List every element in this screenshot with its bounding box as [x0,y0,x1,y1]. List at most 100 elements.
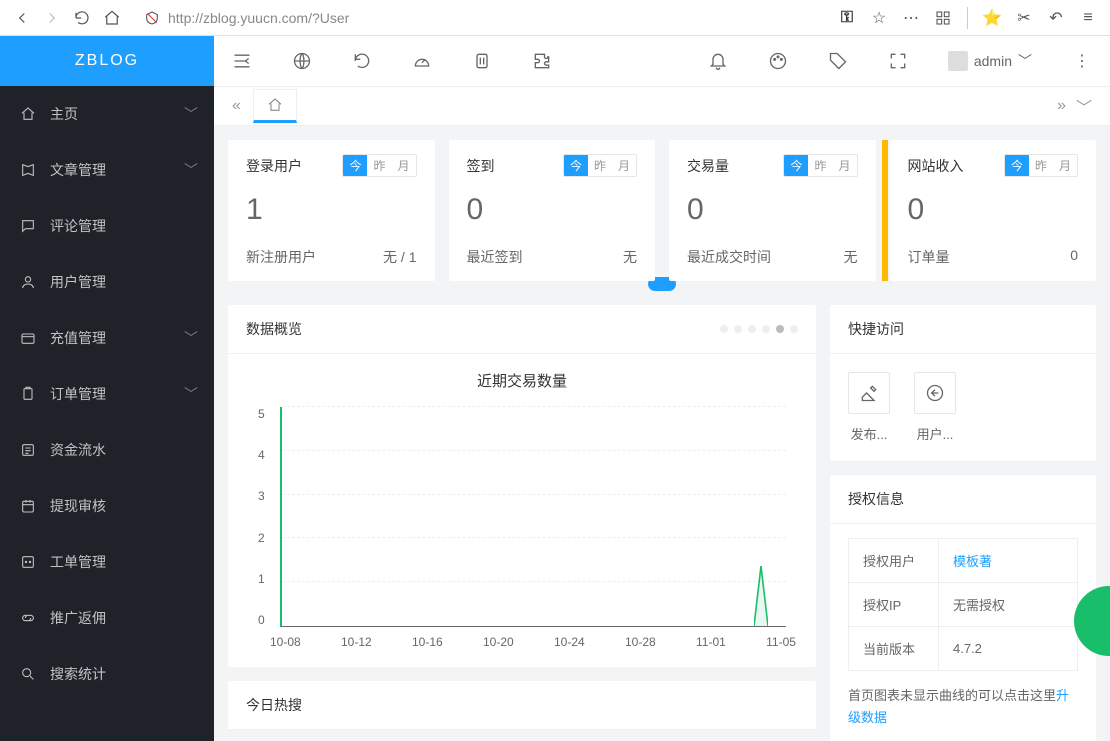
license-row: 授权IP无需授权 [849,583,1078,627]
insecure-icon [144,10,160,26]
avatar [948,51,968,71]
search-icon [20,666,40,682]
sidebar-item-4[interactable]: 充值管理 ﹀ [0,310,214,366]
back-button[interactable] [8,4,36,32]
fav-icon[interactable]: ⭐ [978,4,1006,32]
chevron-down-icon: ﹀ [184,104,198,124]
globe-icon[interactable] [292,51,312,71]
sidebar-item-1[interactable]: 文章管理﹀ [0,142,214,198]
username: admin [974,53,1012,69]
sidebar-item-10[interactable]: 搜索统计 [0,646,214,702]
tabs-prev[interactable]: « [232,97,241,115]
refresh-icon[interactable] [352,51,372,71]
stat-card-1: 签到今昨月0最近签到无 [449,140,656,281]
chevron-down-icon: ﹀ [184,328,198,348]
cut-icon[interactable]: ✂ [1010,4,1038,32]
sidebar-item-7[interactable]: 提现审核 [0,478,214,534]
sidebar-item-5[interactable]: 订单管理﹀ [0,366,214,422]
stat-card-3: 网站收入今昨月0订单量0 [890,140,1097,281]
x-tick: 10-12 [341,635,372,649]
sidebar-item-8[interactable]: 工单管理 [0,534,214,590]
chevron-down-icon: ﹀ [1018,51,1032,71]
y-tick: 3 [258,489,265,503]
collapse-icon[interactable] [232,51,252,71]
ticket-icon [20,554,40,570]
license-title: 授权信息 [848,489,904,509]
sliders-icon[interactable] [472,51,492,71]
card-title: 交易量 [687,156,729,176]
list-icon [20,442,40,458]
tag-icon[interactable] [828,51,848,71]
reload-button[interactable] [68,4,96,32]
y-tick: 4 [258,448,265,462]
y-tick: 0 [258,613,265,627]
card-value: 0 [908,193,1079,227]
quick-icon [914,372,956,414]
x-tick: 10-16 [412,635,443,649]
palette-icon[interactable] [768,51,788,71]
tabs-next[interactable]: » [1057,97,1066,115]
time-switch[interactable]: 今昨月 [563,154,637,177]
sidebar-label: 评论管理 [50,216,106,236]
fullscreen-icon[interactable] [888,51,908,71]
time-switch[interactable]: 今昨月 [783,154,857,177]
x-tick: 10-24 [554,635,585,649]
key-icon[interactable]: ⚿ [833,4,861,32]
user-menu[interactable]: admin ﹀ [948,51,1032,71]
home-button[interactable] [98,4,126,32]
puzzle-icon[interactable] [532,51,552,71]
tab-home[interactable] [253,89,297,123]
carousel-dots[interactable] [720,325,798,333]
sidebar-label: 资金流水 [50,440,106,460]
license-key: 当前版本 [849,627,939,671]
chart-spike [754,566,768,626]
user-icon [20,274,40,290]
sidebar-item-0[interactable]: 主页 ﹀ [0,86,214,142]
sidebar-item-6[interactable]: 资金流水 [0,422,214,478]
kebab-icon[interactable]: ⋮ [1072,51,1092,71]
apps-icon[interactable] [929,4,957,32]
card-foot-right: 0 [1070,247,1078,267]
quick-item-1[interactable]: 用户... [914,372,956,443]
x-tick: 11-01 [696,635,726,649]
tabbar: « » ﹀ [214,86,1110,126]
hot-title: 今日热搜 [246,695,302,715]
card-value: 0 [687,193,858,227]
clipboard-icon [20,386,40,402]
logo[interactable]: ZBLOG [0,36,214,86]
y-tick: 5 [258,407,265,421]
sidebar-item-9[interactable]: 推广返佣 [0,590,214,646]
star-icon[interactable]: ☆ [865,4,893,32]
menu-icon[interactable]: ≡ [1074,4,1102,32]
browser-actions: ⚿ ☆ ⋯ ⭐ ✂ ↶ ≡ [833,4,1102,32]
quick-item-0[interactable]: 发布... [848,372,890,443]
card-foot-right: 无 [844,247,858,267]
quick-icon [848,372,890,414]
gauge-icon[interactable] [412,51,432,71]
wallet-icon [20,330,40,346]
y-tick: 2 [258,531,265,545]
license-key: 授权用户 [849,539,939,583]
sidebar-label: 文章管理 [50,160,106,180]
x-tick: 10-08 [270,635,301,649]
sidebar-item-3[interactable]: 用户管理 [0,254,214,310]
link-icon [20,610,40,626]
forward-button[interactable] [38,4,66,32]
card-value: 1 [246,193,417,227]
quick-label: 用户... [914,424,956,443]
card-foot-left: 新注册用户 [246,247,316,267]
undo-icon[interactable]: ↶ [1042,4,1070,32]
tabs-dropdown[interactable]: ﹀ [1076,94,1092,118]
time-switch[interactable]: 今昨月 [1004,154,1078,177]
bell-icon[interactable] [708,51,728,71]
license-value[interactable]: 模板著 [939,539,1078,583]
sidebar-item-2[interactable]: 评论管理 [0,198,214,254]
sidebar-label: 提现审核 [50,496,106,516]
url-bar[interactable]: http://zblog.yuucn.com/?User [136,4,823,32]
sidebar-label: 充值管理 [50,328,106,348]
more-icon[interactable]: ⋯ [897,4,925,32]
chevron-down-icon: ﹀ [184,384,198,404]
stat-card-0: 登录用户今昨月1新注册用户无 / 1 [228,140,435,281]
sidebar-label: 主页 [50,104,78,124]
time-switch[interactable]: 今昨月 [342,154,416,177]
